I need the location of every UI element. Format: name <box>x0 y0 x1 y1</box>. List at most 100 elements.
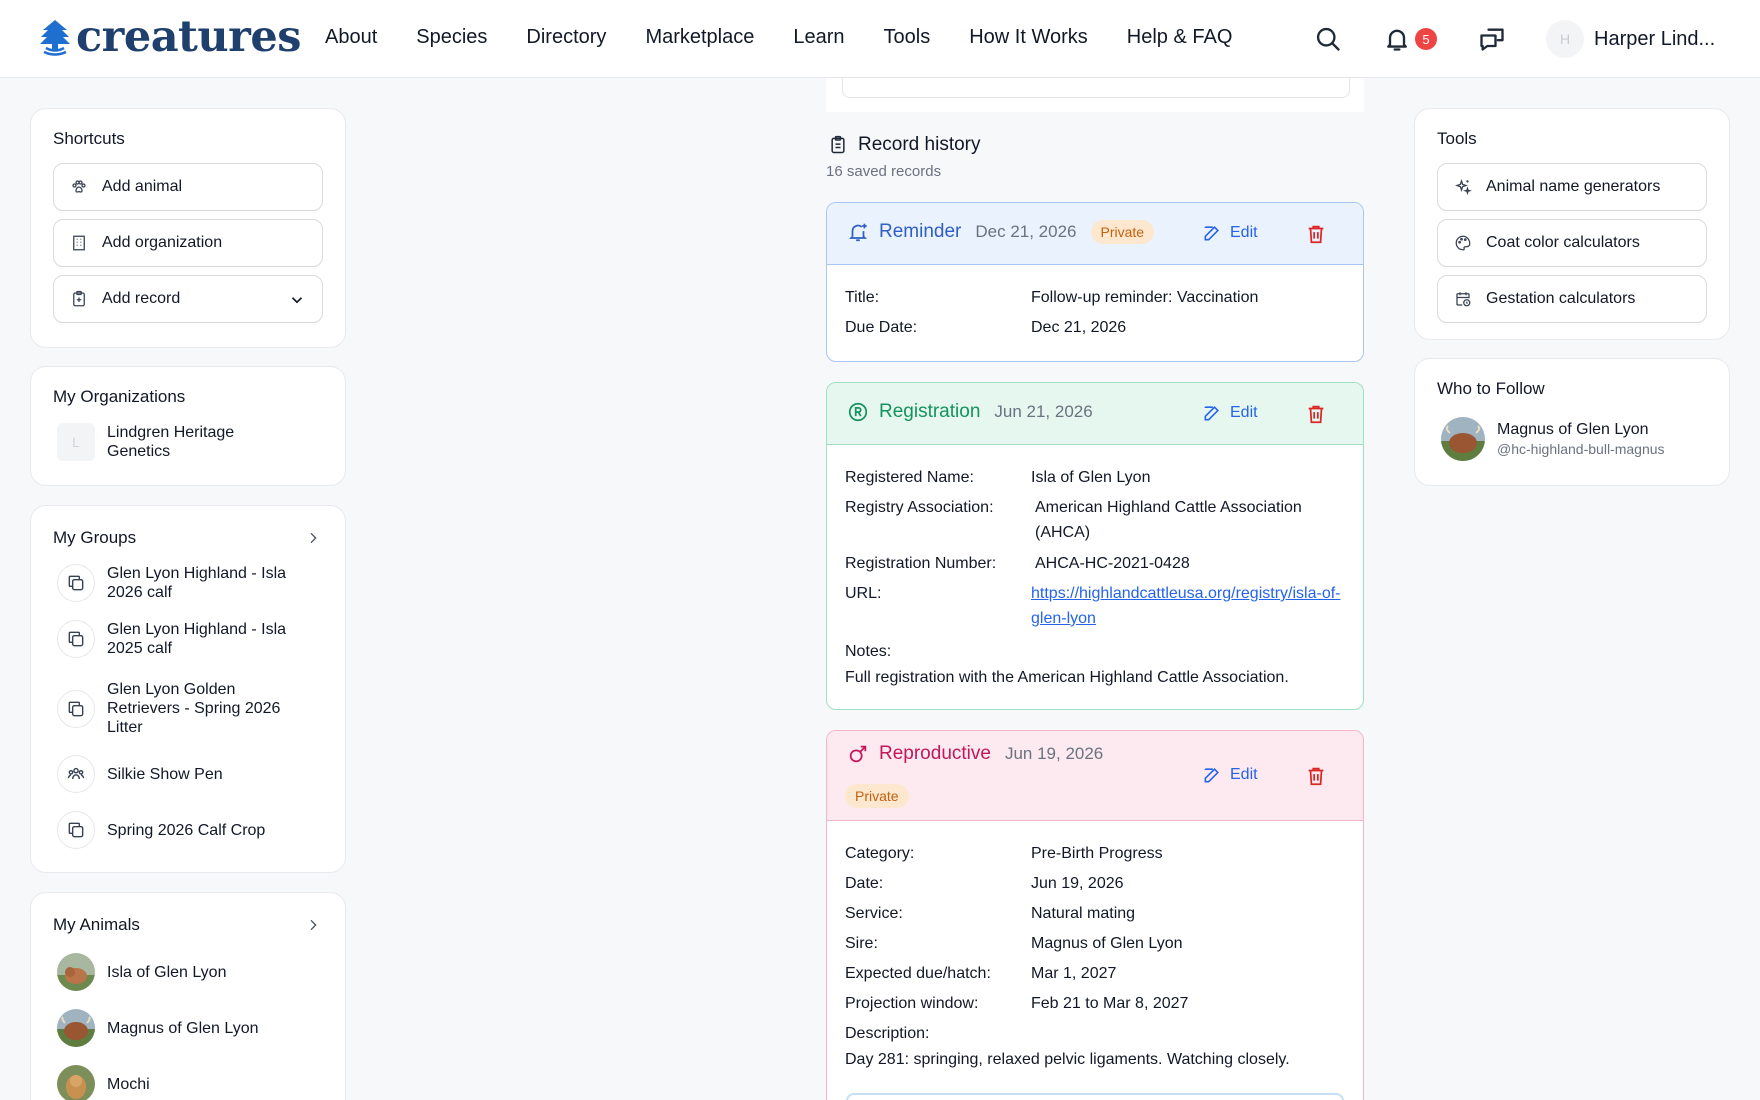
edit-button[interactable]: Edit <box>1202 403 1258 423</box>
group-item[interactable]: Silkie Show Pen <box>57 755 307 793</box>
group-item[interactable]: Glen Lyon Golden Retrievers - Spring 202… <box>57 680 307 737</box>
add-organization-button[interactable]: Add organization <box>53 219 323 267</box>
record-history-count: 16 saved records <box>826 163 942 180</box>
palette-icon <box>1455 235 1471 251</box>
edit-label: Edit <box>1230 766 1258 783</box>
chevron-down-icon <box>291 297 303 304</box>
animal-name: Magnus of Glen Lyon <box>107 1019 259 1037</box>
tool-label: Animal name generators <box>1486 178 1661 195</box>
animal-item[interactable]: Mochi <box>57 1065 307 1100</box>
edit-button[interactable]: Edit <box>1202 765 1258 785</box>
follow-suggestion[interactable]: Magnus of Glen Lyon @hc-highland-bull-ma… <box>1441 417 1665 461</box>
private-badge: Private <box>845 784 909 808</box>
clipboard-plus-icon <box>73 290 85 307</box>
add-animal-button[interactable]: Add animal <box>53 163 323 211</box>
gestation-calculators-button[interactable]: Gestation calculators <box>1437 275 1707 323</box>
reminder-record-card: Reminder Dec 21, 2026 Private Edit Title… <box>826 202 1364 362</box>
copy-icon <box>57 620 95 658</box>
shortcuts-card: Shortcuts Add animal Add organization Ad… <box>30 108 346 348</box>
nav-species[interactable]: Species <box>416 26 487 49</box>
bell-icon[interactable] <box>1382 24 1412 54</box>
trash-icon <box>1308 225 1324 244</box>
my-animals-card: My Animals Isla of Glen Lyon Magnus of G… <box>30 892 346 1100</box>
delete-button[interactable] <box>1305 403 1327 425</box>
bell-plus-icon <box>849 223 867 242</box>
nav-directory[interactable]: Directory <box>526 26 606 49</box>
nav-marketplace[interactable]: Marketplace <box>645 26 754 49</box>
record-date: Jun 19, 2026 <box>1004 744 1104 763</box>
edit-label: Edit <box>1230 224 1258 241</box>
nav-learn[interactable]: Learn <box>793 26 844 49</box>
nav-about[interactable]: About <box>325 26 377 49</box>
follow-avatar <box>1441 417 1485 461</box>
edit-label: Edit <box>1230 404 1258 421</box>
coat-color-calculators-button[interactable]: Coat color calculators <box>1437 219 1707 267</box>
delete-button[interactable] <box>1305 223 1327 245</box>
brand-logo[interactable]: creatures <box>38 12 301 62</box>
organization-item[interactable]: L Lindgren Heritage Genetics <box>57 423 297 461</box>
group-name: Glen Lyon Highland - Isla 2025 calf <box>107 621 287 657</box>
trash-icon <box>1308 405 1324 424</box>
pencil-icon <box>1204 226 1219 241</box>
private-badge: Private <box>1090 220 1155 244</box>
organization-name: Lindgren Heritage Genetics <box>107 424 235 460</box>
copy-icon <box>57 689 95 728</box>
my-organizations-card: My Organizations L Lindgren Heritage Gen… <box>30 366 346 486</box>
group-item[interactable]: Glen Lyon Highland - Isla 2026 calf <box>57 564 307 602</box>
animal-name-generators-button[interactable]: Animal name generators <box>1437 163 1707 211</box>
nav-help-faq[interactable]: Help & FAQ <box>1127 26 1233 49</box>
record-type: Registration <box>879 401 981 422</box>
group-item[interactable]: Spring 2026 Calf Crop <box>57 811 307 849</box>
brand-name: creatures <box>76 12 301 62</box>
next-record-card-top <box>846 1093 1344 1100</box>
animal-item[interactable]: Isla of Glen Lyon <box>57 953 307 991</box>
tools-title: Tools <box>1437 129 1477 148</box>
group-name: Silkie Show Pen <box>107 765 223 783</box>
calendar-clock-icon <box>1456 292 1471 307</box>
group-name: Spring 2026 Calf Crop <box>107 821 266 839</box>
my-organizations-title: My Organizations <box>53 387 186 406</box>
search-icon[interactable] <box>1313 24 1343 54</box>
follow-name: Magnus of Glen Lyon <box>1497 421 1649 438</box>
animal-name: Mochi <box>107 1075 150 1093</box>
nav-tools[interactable]: Tools <box>884 26 931 49</box>
users-icon <box>57 755 95 793</box>
animal-item[interactable]: Magnus of Glen Lyon <box>57 1009 307 1047</box>
shortcuts-title: Shortcuts <box>53 129 125 148</box>
organization-logo: L <box>57 423 95 461</box>
add-animal-label: Add animal <box>102 178 183 195</box>
registration-record-header: Registration Jun 21, 2026 Edit <box>827 383 1363 445</box>
who-to-follow-card: Who to Follow Magnus of Glen Lyon @hc-hi… <box>1414 358 1730 486</box>
user-name[interactable]: Harper Lind... <box>1594 28 1715 51</box>
chevron-right-icon[interactable] <box>305 530 321 546</box>
copy-icon <box>57 811 95 849</box>
tools-card: Tools Animal name generators Coat color … <box>1414 108 1730 340</box>
sparkles-icon <box>1454 178 1472 196</box>
copy-icon <box>57 564 95 602</box>
user-avatar[interactable]: H <box>1546 20 1584 58</box>
reproductive-record-header: Reproductive Jun 19, 2026 Private Edit <box>827 731 1363 821</box>
my-groups-title: My Groups <box>53 528 137 547</box>
nav-how-it-works[interactable]: How It Works <box>969 26 1088 49</box>
who-to-follow-title: Who to Follow <box>1437 379 1545 398</box>
delete-button[interactable] <box>1305 765 1327 787</box>
main-nav: About Species Directory Marketplace Lear… <box>325 26 1232 49</box>
paw-icon <box>72 180 86 193</box>
chevron-right-icon[interactable] <box>305 917 321 933</box>
group-item[interactable]: Glen Lyon Highland - Isla 2025 calf <box>57 620 307 658</box>
male-symbol-icon <box>849 745 867 763</box>
record-date: Dec 21, 2026 <box>975 222 1077 241</box>
notification-count-badge: 5 <box>1415 28 1437 50</box>
tree-logo-icon <box>40 20 70 56</box>
add-organization-label: Add organization <box>102 234 223 251</box>
group-name: Glen Lyon Highland - Isla 2026 calf <box>107 565 287 601</box>
animal-photo <box>57 1065 95 1100</box>
clipboard-list-icon <box>831 135 845 154</box>
add-record-dropdown[interactable]: Add record <box>53 275 323 323</box>
registered-icon <box>848 402 868 422</box>
record-history-heading: Record history <box>828 134 981 156</box>
my-groups-card: My Groups Glen Lyon Highland - Isla 2026… <box>30 505 346 873</box>
registry-url-link[interactable]: https://highlandcattleusa.org/registry/i… <box>1031 585 1340 627</box>
messages-icon[interactable] <box>1477 24 1507 54</box>
edit-button[interactable]: Edit <box>1202 223 1258 243</box>
